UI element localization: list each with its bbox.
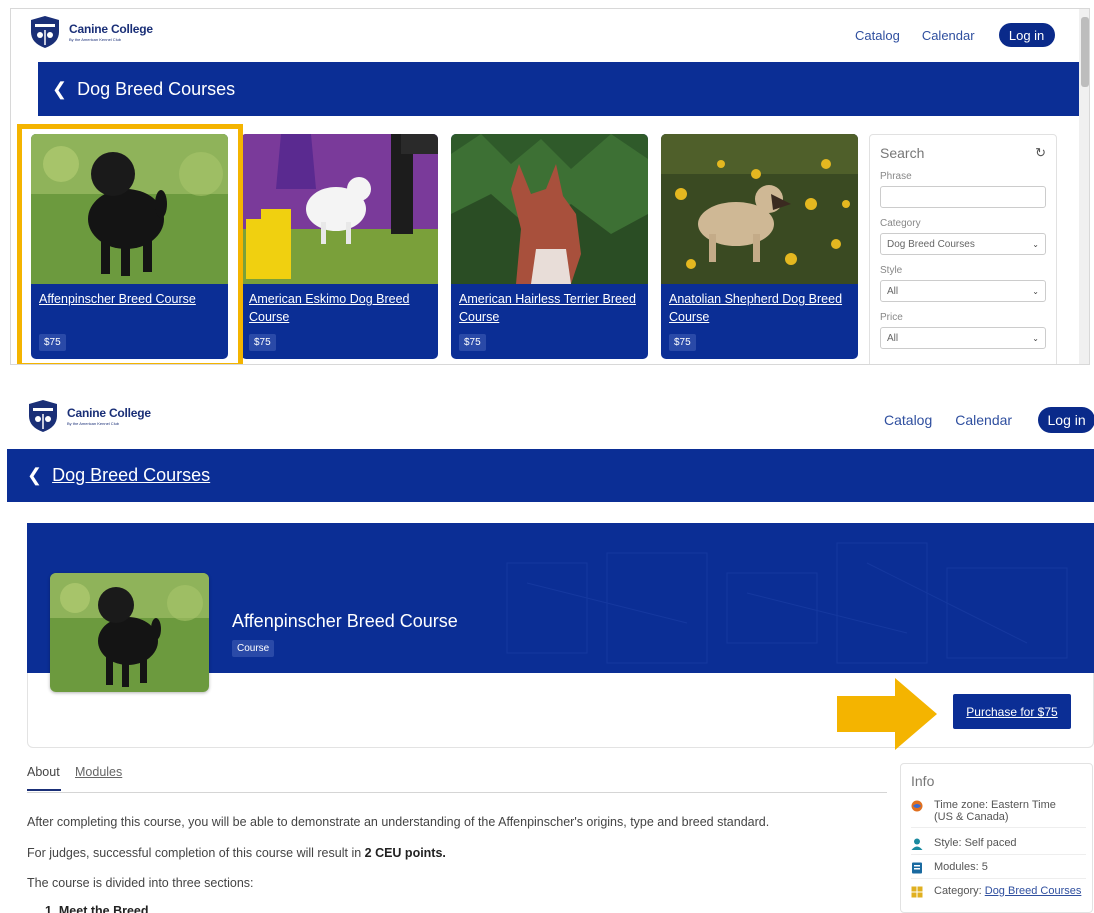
phrase-label: Phrase — [880, 171, 912, 182]
nav-catalog-link[interactable]: Catalog — [855, 28, 900, 43]
chevron-down-icon: ⌄ — [1032, 333, 1039, 343]
globe-icon — [911, 800, 923, 812]
course-card[interactable]: American Eskimo Dog Breed Course $75 — [241, 134, 438, 359]
top-nav: Catalog Calendar Log in — [884, 407, 1094, 433]
chevron-left-icon[interactable]: ❮ — [27, 465, 42, 486]
info-timezone-region: (US & Canada) — [934, 811, 1009, 823]
course-card[interactable]: Anatolian Shepherd Dog Breed Course $75 — [661, 134, 858, 359]
style-select[interactable]: All ⌄ — [880, 280, 1046, 302]
course-card-price: $75 — [249, 334, 276, 351]
ceu-text: For judges, successful completion of thi… — [27, 846, 365, 860]
search-title: Search — [880, 145, 925, 161]
brand-subline: By the American Kennel Club — [67, 421, 120, 426]
nav-catalog-link[interactable]: Catalog — [884, 412, 932, 428]
scrollbar-thumb[interactable] — [1081, 17, 1089, 87]
course-type-badge: Course — [232, 640, 275, 657]
brand-subline: By the American Kennel Club — [69, 37, 122, 42]
info-category-link[interactable]: Dog Breed Courses — [985, 885, 1082, 897]
course-card-image[interactable] — [661, 134, 858, 284]
tab-modules[interactable]: Modules — [75, 765, 122, 779]
nav-calendar-link[interactable]: Calendar — [922, 28, 975, 43]
style-label: Style — [880, 265, 903, 276]
course-card[interactable]: American Hairless Terrier Breed Course $… — [451, 134, 648, 359]
login-button[interactable]: Log in — [1038, 407, 1094, 433]
info-panel: Info Time zone: Eastern Time (US & Canad… — [900, 763, 1093, 913]
category-header-bar: ❮ Dog Breed Courses — [38, 62, 1079, 116]
catalog-screenshot-panel: Canine College By the American Kennel Cl… — [10, 8, 1090, 365]
top-nav: Catalog Calendar Log in — [855, 23, 1055, 47]
sections-intro-paragraph: The course is divided into three section… — [27, 876, 254, 890]
grid-icon — [911, 886, 923, 898]
category-title-link[interactable]: Dog Breed Courses — [52, 465, 210, 486]
course-card-image[interactable] — [241, 134, 438, 284]
category-label: Category — [880, 218, 921, 229]
refresh-icon[interactable]: ↻ — [1035, 145, 1046, 161]
course-title: Affenpinscher Breed Course — [232, 611, 458, 631]
course-card-price: $75 — [459, 334, 486, 351]
category-header-bar: ❮ Dog Breed Courses — [7, 449, 1094, 502]
canine-college-logo-icon — [31, 16, 59, 48]
phrase-input[interactable] — [880, 186, 1046, 208]
brand-name: Canine College — [67, 406, 151, 420]
category-title: Dog Breed Courses — [77, 78, 236, 99]
arrow-right-icon — [837, 678, 937, 750]
book-icon — [912, 862, 922, 874]
info-timezone: Time zone: Eastern Time — [934, 799, 1056, 811]
info-style: Style: Self paced — [934, 837, 1017, 849]
info-category-row: Category: Dog Breed Courses — [911, 885, 1086, 902]
course-card-image[interactable] — [451, 134, 648, 284]
category-select[interactable]: Dog Breed Courses ⌄ — [880, 233, 1046, 255]
nav-calendar-link[interactable]: Calendar — [955, 412, 1012, 428]
info-modules: Modules: 5 — [934, 861, 988, 873]
course-thumbnail-image — [50, 573, 209, 692]
chevron-down-icon: ⌄ — [1032, 286, 1039, 296]
scrollbar[interactable] — [1079, 9, 1089, 364]
logo[interactable]: Canine College By the American Kennel Cl… — [29, 15, 153, 49]
search-panel: Search ↻ Phrase Category Dog Breed Cours… — [869, 134, 1057, 364]
brand-name: Canine College — [69, 22, 153, 36]
highlight-frame — [17, 124, 243, 364]
course-card-price: $75 — [669, 334, 696, 351]
price-select-value: All — [887, 332, 899, 344]
style-select-value: All — [887, 285, 899, 297]
canine-college-logo-icon — [29, 400, 57, 432]
course-card-title[interactable]: Anatolian Shepherd Dog Breed Course — [669, 290, 849, 326]
tab-about[interactable]: About — [27, 765, 61, 791]
price-select[interactable]: All ⌄ — [880, 327, 1046, 349]
ceu-paragraph: For judges, successful completion of thi… — [27, 846, 446, 860]
info-category-label: Category: — [934, 885, 985, 897]
course-tabs: About Modules — [27, 765, 887, 793]
info-modules-row: Modules: 5 — [911, 861, 1086, 879]
chevron-down-icon: ⌄ — [1032, 239, 1039, 249]
login-button[interactable]: Log in — [998, 23, 1055, 47]
course-card-title[interactable]: American Hairless Terrier Breed Course — [459, 290, 639, 326]
course-card-title[interactable]: American Eskimo Dog Breed Course — [249, 290, 429, 326]
chevron-left-icon[interactable]: ❮ — [52, 79, 67, 100]
person-icon — [911, 838, 923, 850]
info-title: Info — [911, 773, 935, 789]
category-select-value: Dog Breed Courses — [887, 238, 975, 250]
info-timezone-row: Time zone: Eastern Time (US & Canada) — [911, 799, 1086, 828]
list-item: 1. Meet the Breed — [45, 904, 149, 913]
price-label: Price — [880, 312, 903, 323]
logo[interactable]: Canine College By the American Kennel Cl… — [27, 399, 151, 433]
course-description-paragraph: After completing this course, you will b… — [27, 815, 770, 829]
ceu-points: 2 CEU points. — [364, 846, 446, 860]
info-style-row: Style: Self paced — [911, 837, 1086, 855]
purchase-button[interactable]: Purchase for $75 — [953, 694, 1071, 729]
